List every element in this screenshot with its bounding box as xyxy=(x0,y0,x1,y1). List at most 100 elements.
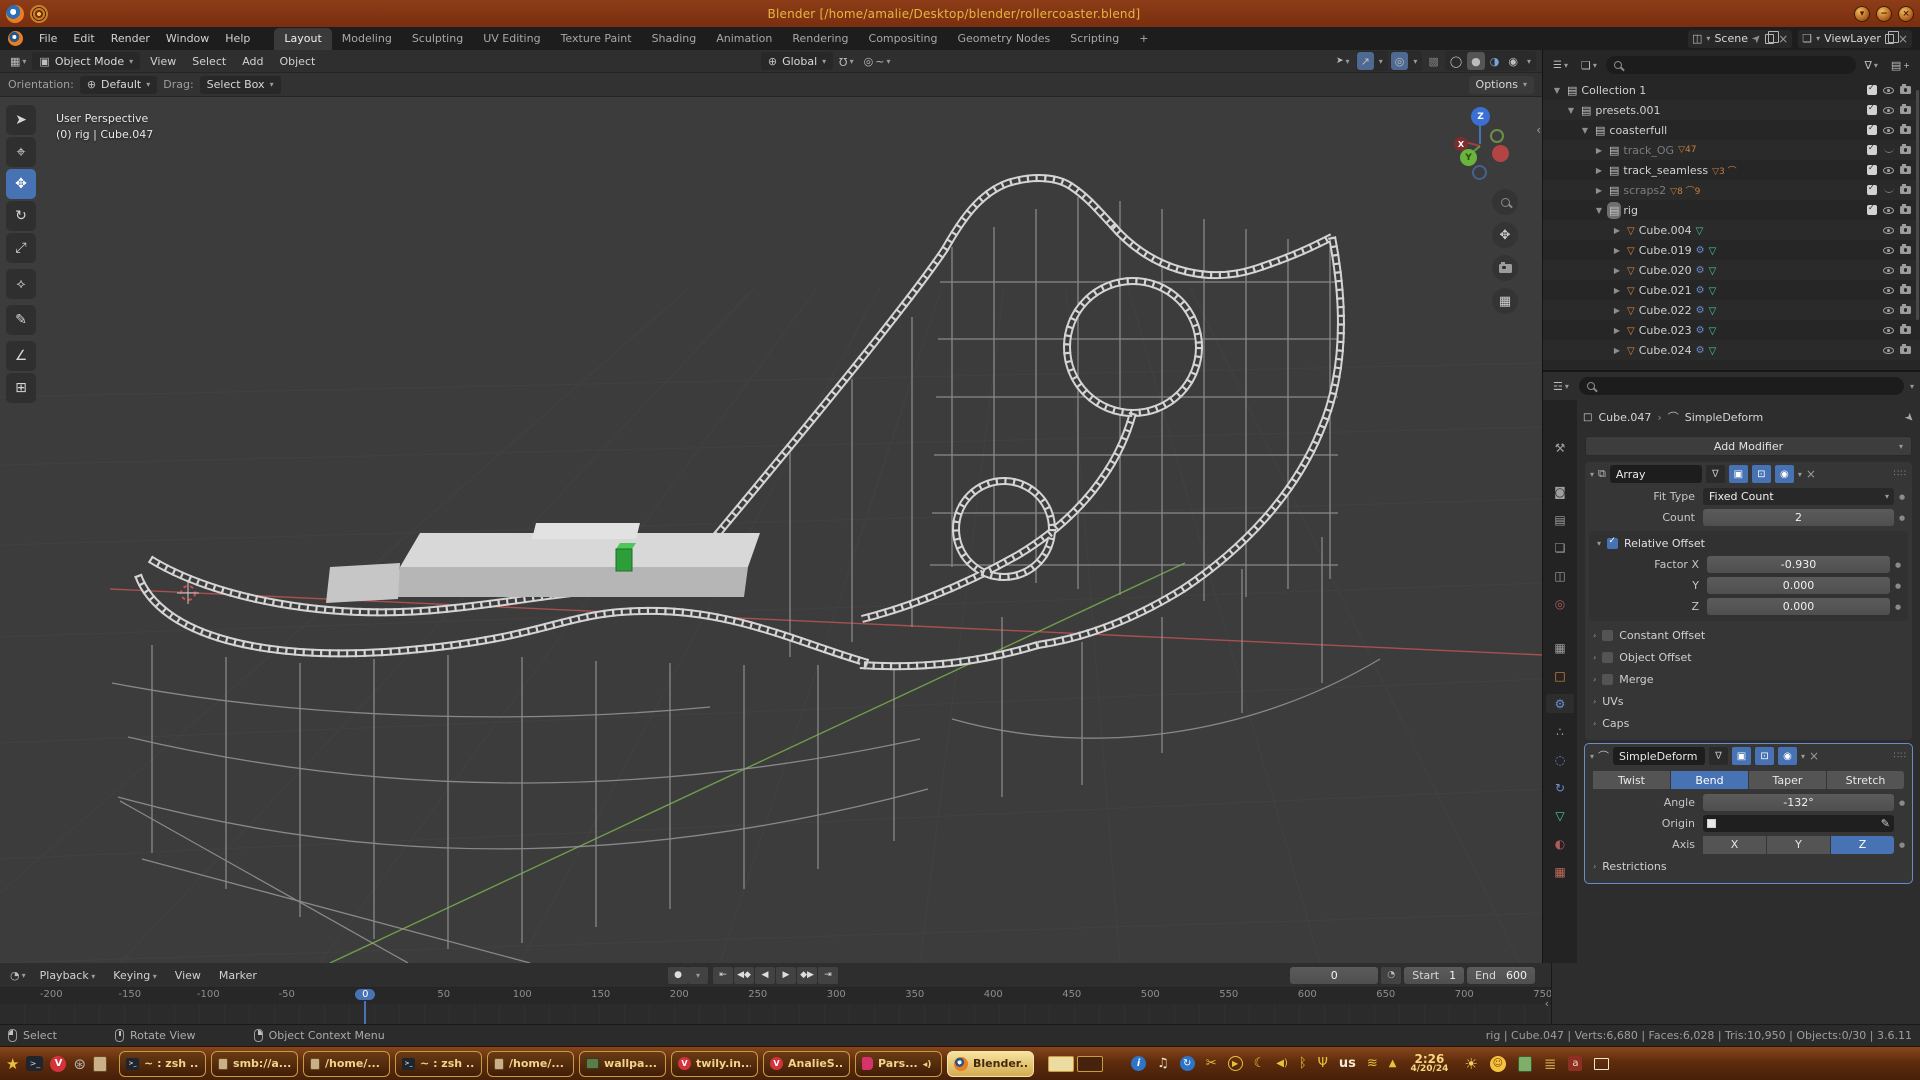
weather-icon[interactable] xyxy=(1464,1055,1477,1073)
taskbar-task-button[interactable]: /home/... xyxy=(303,1051,390,1077)
overlays-dropdown[interactable]: ▾ xyxy=(1409,52,1421,70)
realtime-display-toggle[interactable]: ⊡ xyxy=(1755,747,1774,765)
taskbar-task-button[interactable]: smb://a... xyxy=(211,1051,298,1077)
outliner-scrollbar[interactable] xyxy=(1916,90,1919,320)
eye-open-icon[interactable] xyxy=(1883,247,1894,254)
count-field[interactable]: 2 xyxy=(1703,509,1894,526)
item-label[interactable]: presets.001 xyxy=(1595,104,1660,117)
proportional-edit-button[interactable]: ▾ xyxy=(860,52,895,70)
item-label[interactable]: Cube.023 xyxy=(1639,324,1692,337)
info-icon[interactable] xyxy=(1131,1056,1146,1071)
menu-item[interactable]: Render xyxy=(103,30,158,47)
z-neg-ball[interactable] xyxy=(1472,165,1487,180)
outliner-search-input[interactable] xyxy=(1606,56,1856,74)
books-icon[interactable] xyxy=(1544,1055,1557,1073)
tool-icon[interactable] xyxy=(1546,438,1574,457)
menu-star-icon[interactable] xyxy=(6,1055,19,1073)
play-icon[interactable] xyxy=(1228,1056,1243,1071)
pan-button[interactable]: ✥ xyxy=(1492,222,1518,248)
timeline-tracks[interactable] xyxy=(0,1004,1551,1024)
collection-tab-icon[interactable] xyxy=(1546,638,1574,657)
render-display-toggle[interactable]: ◉ xyxy=(1778,747,1797,765)
scissors-icon[interactable] xyxy=(1206,1056,1217,1071)
expand-arrow-icon[interactable]: ▼ xyxy=(1551,86,1563,95)
render-visibility-icon[interactable] xyxy=(1900,326,1911,334)
shading-solid-button[interactable] xyxy=(1467,52,1485,70)
viewport-canvas[interactable]: User Perspective (0) rig | Cube.047 Z X … xyxy=(0,97,1542,963)
workspace-tab[interactable]: UV Editing xyxy=(473,28,550,50)
render-visibility-icon[interactable] xyxy=(1900,206,1911,214)
object-icon[interactable] xyxy=(1546,666,1574,685)
workspace-1-cell[interactable] xyxy=(1048,1056,1074,1072)
eye-open-icon[interactable] xyxy=(1883,207,1894,214)
cursor3d-icon[interactable] xyxy=(6,137,36,167)
expand-arrow-icon[interactable]: ▶ xyxy=(1593,146,1605,155)
expand-arrow-icon[interactable]: ▼ xyxy=(1579,126,1591,135)
render-visibility-icon[interactable] xyxy=(1900,106,1911,114)
section-checkbox[interactable] xyxy=(1602,674,1613,685)
exclude-checkbox[interactable] xyxy=(1867,85,1877,95)
expand-arrow-icon[interactable]: ▶ xyxy=(1611,286,1623,295)
eye-closed-icon[interactable] xyxy=(1884,188,1894,193)
blender-logo-icon[interactable] xyxy=(8,31,23,46)
outliner-row[interactable]: ▶ Cube.022 xyxy=(1543,300,1920,320)
transform-orientation-dropdown[interactable]: Global▾ xyxy=(761,52,833,70)
breadcrumb-object[interactable]: Cube.047 xyxy=(1598,411,1651,424)
expand-icon[interactable]: › xyxy=(1593,697,1596,706)
workspace-tab[interactable]: Animation xyxy=(706,28,782,50)
shading-wireframe-button[interactable] xyxy=(1446,52,1466,70)
playhead[interactable] xyxy=(364,1001,366,1024)
workspace-tab[interactable]: Sculpting xyxy=(402,28,473,50)
editor-type-button[interactable]: ▾ xyxy=(6,52,30,70)
eye-open-icon[interactable] xyxy=(1883,127,1894,134)
edit-mode-display-toggle[interactable]: ▣ xyxy=(1732,747,1751,765)
expand-icon[interactable]: › xyxy=(1593,719,1596,728)
shading-dropdown[interactable]: ▾ xyxy=(1523,52,1535,70)
expand-icon[interactable]: › xyxy=(1593,631,1596,640)
dictionary-icon[interactable] xyxy=(1568,1056,1582,1071)
eye-open-icon[interactable] xyxy=(1883,347,1894,354)
delete-modifier-icon[interactable] xyxy=(1806,467,1816,481)
pin-icon[interactable] xyxy=(1749,31,1765,47)
scene-selector[interactable]: ▾ Scene xyxy=(1688,30,1792,48)
xray-toggle[interactable] xyxy=(1424,52,1442,70)
deform-mode-tab[interactable]: Taper xyxy=(1749,771,1826,789)
extras-dropdown[interactable]: ▾ xyxy=(1798,470,1802,479)
origin-object-field[interactable]: ✎ xyxy=(1703,815,1894,832)
output-icon[interactable] xyxy=(1546,510,1574,529)
item-label[interactable]: rig xyxy=(1623,204,1638,217)
breadcrumb-modifier[interactable]: SimpleDeform xyxy=(1685,411,1763,424)
viewport-menu-item[interactable]: Add xyxy=(234,53,271,70)
outliner-row[interactable]: ▶ scraps2 ▽8 ⌒9 xyxy=(1543,180,1920,200)
x-neg-ball[interactable] xyxy=(1492,145,1509,162)
collapsed-section[interactable]: › UVs xyxy=(1585,690,1912,712)
outliner-row[interactable]: ▶ track_OG ▽47 xyxy=(1543,140,1920,160)
drag-handle[interactable]: ∷∷ xyxy=(1894,751,1907,761)
fit-type-dropdown[interactable]: Fixed Count▾ xyxy=(1703,488,1894,505)
gizmos-toggle[interactable] xyxy=(1357,52,1374,70)
properties-editor-type-button[interactable]: ▾ xyxy=(1549,377,1573,395)
section-checkbox[interactable] xyxy=(1602,630,1613,641)
workspace-tab[interactable]: Rendering xyxy=(782,28,858,50)
frame-end-field[interactable]: End600 xyxy=(1467,967,1535,984)
auto-keying-button[interactable]: ● xyxy=(668,967,688,984)
modifiers-icon[interactable] xyxy=(1546,694,1574,713)
item-label[interactable]: scraps2 xyxy=(1623,184,1666,197)
display-mode-button[interactable]: ▾ xyxy=(1549,56,1572,74)
expand-arrow-icon[interactable]: ▶ xyxy=(1611,246,1623,255)
wifi-icon[interactable] xyxy=(1367,1056,1378,1071)
jump-to-start-button[interactable]: ⇤ xyxy=(713,967,733,984)
taskbar-task-button[interactable]: AnalieS... xyxy=(763,1051,850,1077)
axis-button[interactable]: Z xyxy=(1831,836,1894,854)
expand-arrow-icon[interactable]: ▶ xyxy=(1593,186,1605,195)
render-icon[interactable] xyxy=(1546,482,1574,501)
music-icon[interactable] xyxy=(1157,1056,1169,1071)
library-dropdown[interactable]: ▾ xyxy=(1577,56,1601,74)
menu-item[interactable]: Edit xyxy=(65,30,102,47)
timeline-menu-item[interactable]: Playback ▾ xyxy=(32,967,104,984)
play-button[interactable]: ▶ xyxy=(776,967,796,984)
deform-mode-tab[interactable]: Twist xyxy=(1593,771,1670,789)
expand-icon[interactable]: › xyxy=(1593,862,1596,871)
render-visibility-icon[interactable] xyxy=(1900,146,1911,154)
overlays-toggle[interactable] xyxy=(1391,52,1409,70)
